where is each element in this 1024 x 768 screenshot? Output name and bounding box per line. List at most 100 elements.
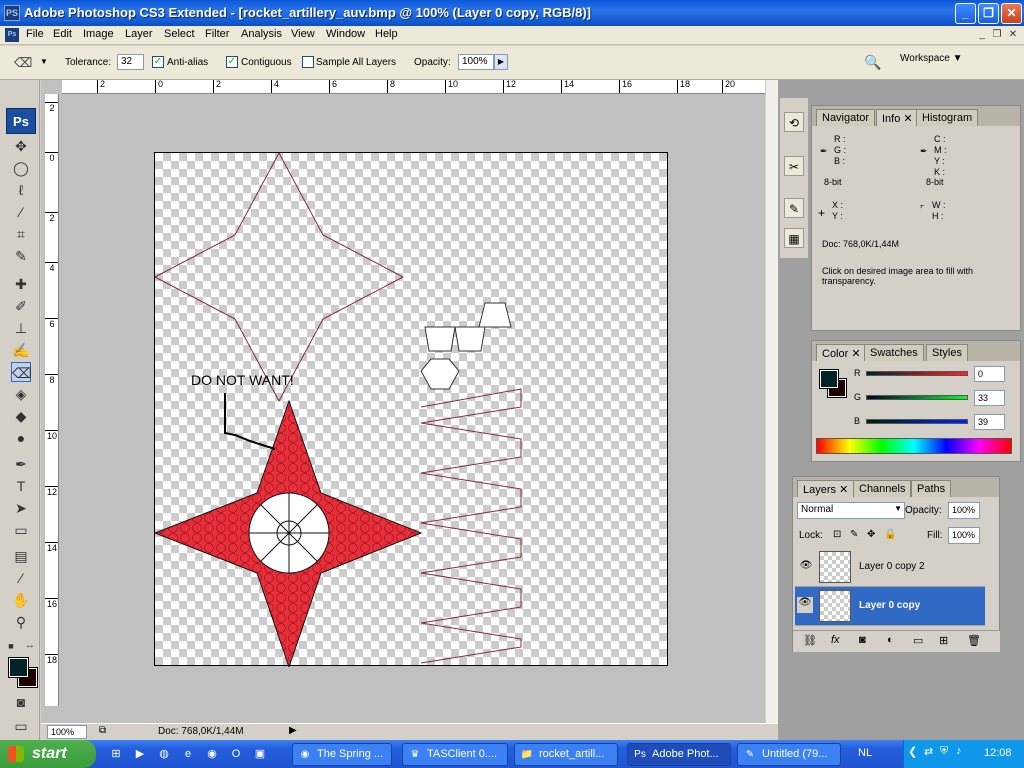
layer-row-selected[interactable]: 👁 Layer 0 copy: [795, 587, 985, 626]
g-value-input[interactable]: 33: [974, 390, 1005, 406]
new-layer-icon[interactable]: ⊞: [939, 634, 948, 647]
menu-filter[interactable]: Filter: [205, 28, 229, 40]
tab-color[interactable]: Color ✕: [816, 344, 867, 361]
clone-stamp-tool-icon[interactable]: ⊥: [11, 318, 31, 338]
lock-transparency-icon[interactable]: ⊡: [833, 529, 841, 540]
healing-brush-tool-icon[interactable]: ✚: [11, 274, 31, 294]
menu-layer[interactable]: Layer: [125, 28, 153, 40]
sample-all-layers-checkbox[interactable]: [302, 56, 314, 68]
contiguous-checkbox[interactable]: ✓: [226, 56, 238, 68]
layers-opacity-input[interactable]: 100%: [948, 502, 980, 519]
clock[interactable]: 12:08: [984, 747, 1012, 759]
g-slider[interactable]: [866, 395, 968, 400]
clone-source-panel-icon[interactable]: ▦: [784, 228, 804, 248]
slice-tool-icon[interactable]: ✎: [11, 246, 31, 266]
trash-icon[interactable]: 🗑: [967, 634, 981, 647]
adjustment-layer-icon[interactable]: ◐: [887, 634, 894, 646]
lasso-tool-icon[interactable]: ℓ: [11, 180, 31, 200]
doc-restore-icon[interactable]: ❐: [990, 28, 1004, 42]
menu-select[interactable]: Select: [164, 28, 195, 40]
antialias-checkbox[interactable]: ✓: [152, 56, 164, 68]
shape-tool-icon[interactable]: ▭: [11, 520, 31, 540]
doc-close-icon[interactable]: ✕: [1006, 28, 1020, 42]
opacity-input[interactable]: 100%: [458, 54, 494, 70]
tab-channels[interactable]: Channels: [853, 480, 912, 497]
tab-histogram[interactable]: Histogram: [916, 109, 979, 126]
path-selection-tool-icon[interactable]: ➤: [11, 498, 31, 518]
visibility-eye-icon[interactable]: 👁: [799, 560, 813, 571]
eyedropper-tool-icon[interactable]: ⁄: [11, 568, 31, 588]
quicklaunch-ie-icon[interactable]: e: [180, 746, 196, 762]
file-browser-icon[interactable]: 🔍: [864, 54, 881, 71]
new-group-icon[interactable]: ▭: [913, 634, 923, 647]
zoom-tool-icon[interactable]: ⚲: [11, 612, 31, 632]
minimize-button[interactable]: _: [955, 3, 976, 24]
taskbar-item[interactable]: ◉ The Spring ...: [292, 743, 392, 766]
lock-all-icon[interactable]: 🔒: [884, 529, 896, 540]
pen-tool-icon[interactable]: ✒: [11, 454, 31, 474]
tool-preset-chevron-icon[interactable]: ▼: [40, 57, 48, 66]
tab-navigator[interactable]: Navigator: [816, 109, 876, 126]
language-indicator[interactable]: NL: [858, 747, 872, 759]
opacity-slider-arrow-icon[interactable]: ▶: [494, 54, 508, 70]
eraser-tool-icon[interactable]: ⌫: [11, 362, 32, 382]
link-layers-icon[interactable]: ⛓: [803, 634, 817, 647]
quicklaunch-opera-icon[interactable]: O: [228, 746, 244, 762]
menu-image[interactable]: Image: [83, 28, 114, 40]
tray-network-icon[interactable]: ⇄: [924, 745, 933, 758]
tray-volume-icon[interactable]: ♪: [956, 745, 962, 757]
status-info-icon[interactable]: ⧉: [99, 725, 106, 736]
magic-eraser-icon[interactable]: ⌫: [14, 55, 32, 71]
history-panel-icon[interactable]: ⟲: [784, 112, 804, 132]
tab-layers[interactable]: Layers ✕: [797, 480, 855, 497]
zoom-level-field[interactable]: 100%: [47, 725, 87, 739]
tab-info[interactable]: Info ✕: [876, 109, 919, 126]
b-value-input[interactable]: 39: [974, 414, 1005, 430]
taskbar-item[interactable]: ♛ TASClient 0....: [402, 743, 508, 766]
doc-minimize-icon[interactable]: _: [975, 28, 989, 42]
lock-pixels-icon[interactable]: ✎: [850, 529, 858, 540]
tolerance-input[interactable]: 32: [117, 54, 144, 70]
status-menu-arrow-icon[interactable]: ▶: [289, 725, 297, 736]
color-fg-swatch[interactable]: [819, 369, 839, 389]
menu-analysis[interactable]: Analysis: [241, 28, 282, 40]
brushes-panel-icon[interactable]: ✎: [784, 198, 804, 218]
workspace-button[interactable]: Workspace ▼: [900, 53, 978, 71]
b-slider[interactable]: [866, 419, 968, 424]
layer-mask-icon[interactable]: ◙: [859, 634, 866, 646]
marquee-tool-icon[interactable]: ◯: [11, 158, 31, 178]
dodge-tool-icon[interactable]: ●: [11, 428, 31, 448]
swap-colors-icon[interactable]: ↔: [24, 636, 36, 656]
document-canvas[interactable]: DO NOT WANT!: [154, 152, 668, 667]
menu-help[interactable]: Help: [375, 28, 398, 40]
quicklaunch-media-icon[interactable]: ▶: [132, 746, 148, 762]
move-tool-icon[interactable]: ✥: [11, 136, 31, 156]
tab-paths[interactable]: Paths: [911, 480, 952, 497]
type-tool-icon[interactable]: T: [11, 476, 31, 496]
menu-window[interactable]: Window: [326, 28, 365, 40]
layer-style-icon[interactable]: fx: [831, 634, 840, 646]
foreground-color-swatch[interactable]: [8, 657, 29, 678]
tray-expand-icon[interactable]: ❮: [908, 745, 917, 758]
visibility-eye-icon[interactable]: 👁: [797, 597, 813, 613]
tab-styles[interactable]: Styles: [926, 344, 968, 361]
document-icon[interactable]: Ps: [5, 28, 19, 42]
layer-row[interactable]: 👁 Layer 0 copy 2: [795, 548, 985, 587]
taskbar-item[interactable]: ✎ Untitled (79...: [737, 743, 841, 766]
magic-wand-tool-icon[interactable]: ⁄: [11, 202, 31, 222]
start-button[interactable]: start: [0, 740, 96, 768]
blend-mode-select[interactable]: Normal ▼: [797, 502, 905, 519]
ps-logo[interactable]: Ps: [6, 108, 36, 134]
menu-view[interactable]: View: [291, 28, 315, 40]
tab-swatches[interactable]: Swatches: [864, 344, 924, 361]
quicklaunch-browser-icon[interactable]: ◍: [156, 746, 172, 762]
taskbar-item[interactable]: 📁 rocket_artill...: [514, 743, 618, 766]
brush-tool-icon[interactable]: ✐: [11, 296, 31, 316]
default-colors-icon[interactable]: ■: [6, 636, 16, 656]
hand-tool-icon[interactable]: ✋: [11, 590, 31, 610]
close-button[interactable]: ✕: [1001, 3, 1022, 24]
maximize-button[interactable]: ❐: [978, 3, 999, 24]
paint-bucket-tool-icon[interactable]: ◈: [11, 384, 31, 404]
blur-tool-icon[interactable]: ◆: [11, 406, 31, 426]
fill-input[interactable]: 100%: [948, 527, 980, 544]
